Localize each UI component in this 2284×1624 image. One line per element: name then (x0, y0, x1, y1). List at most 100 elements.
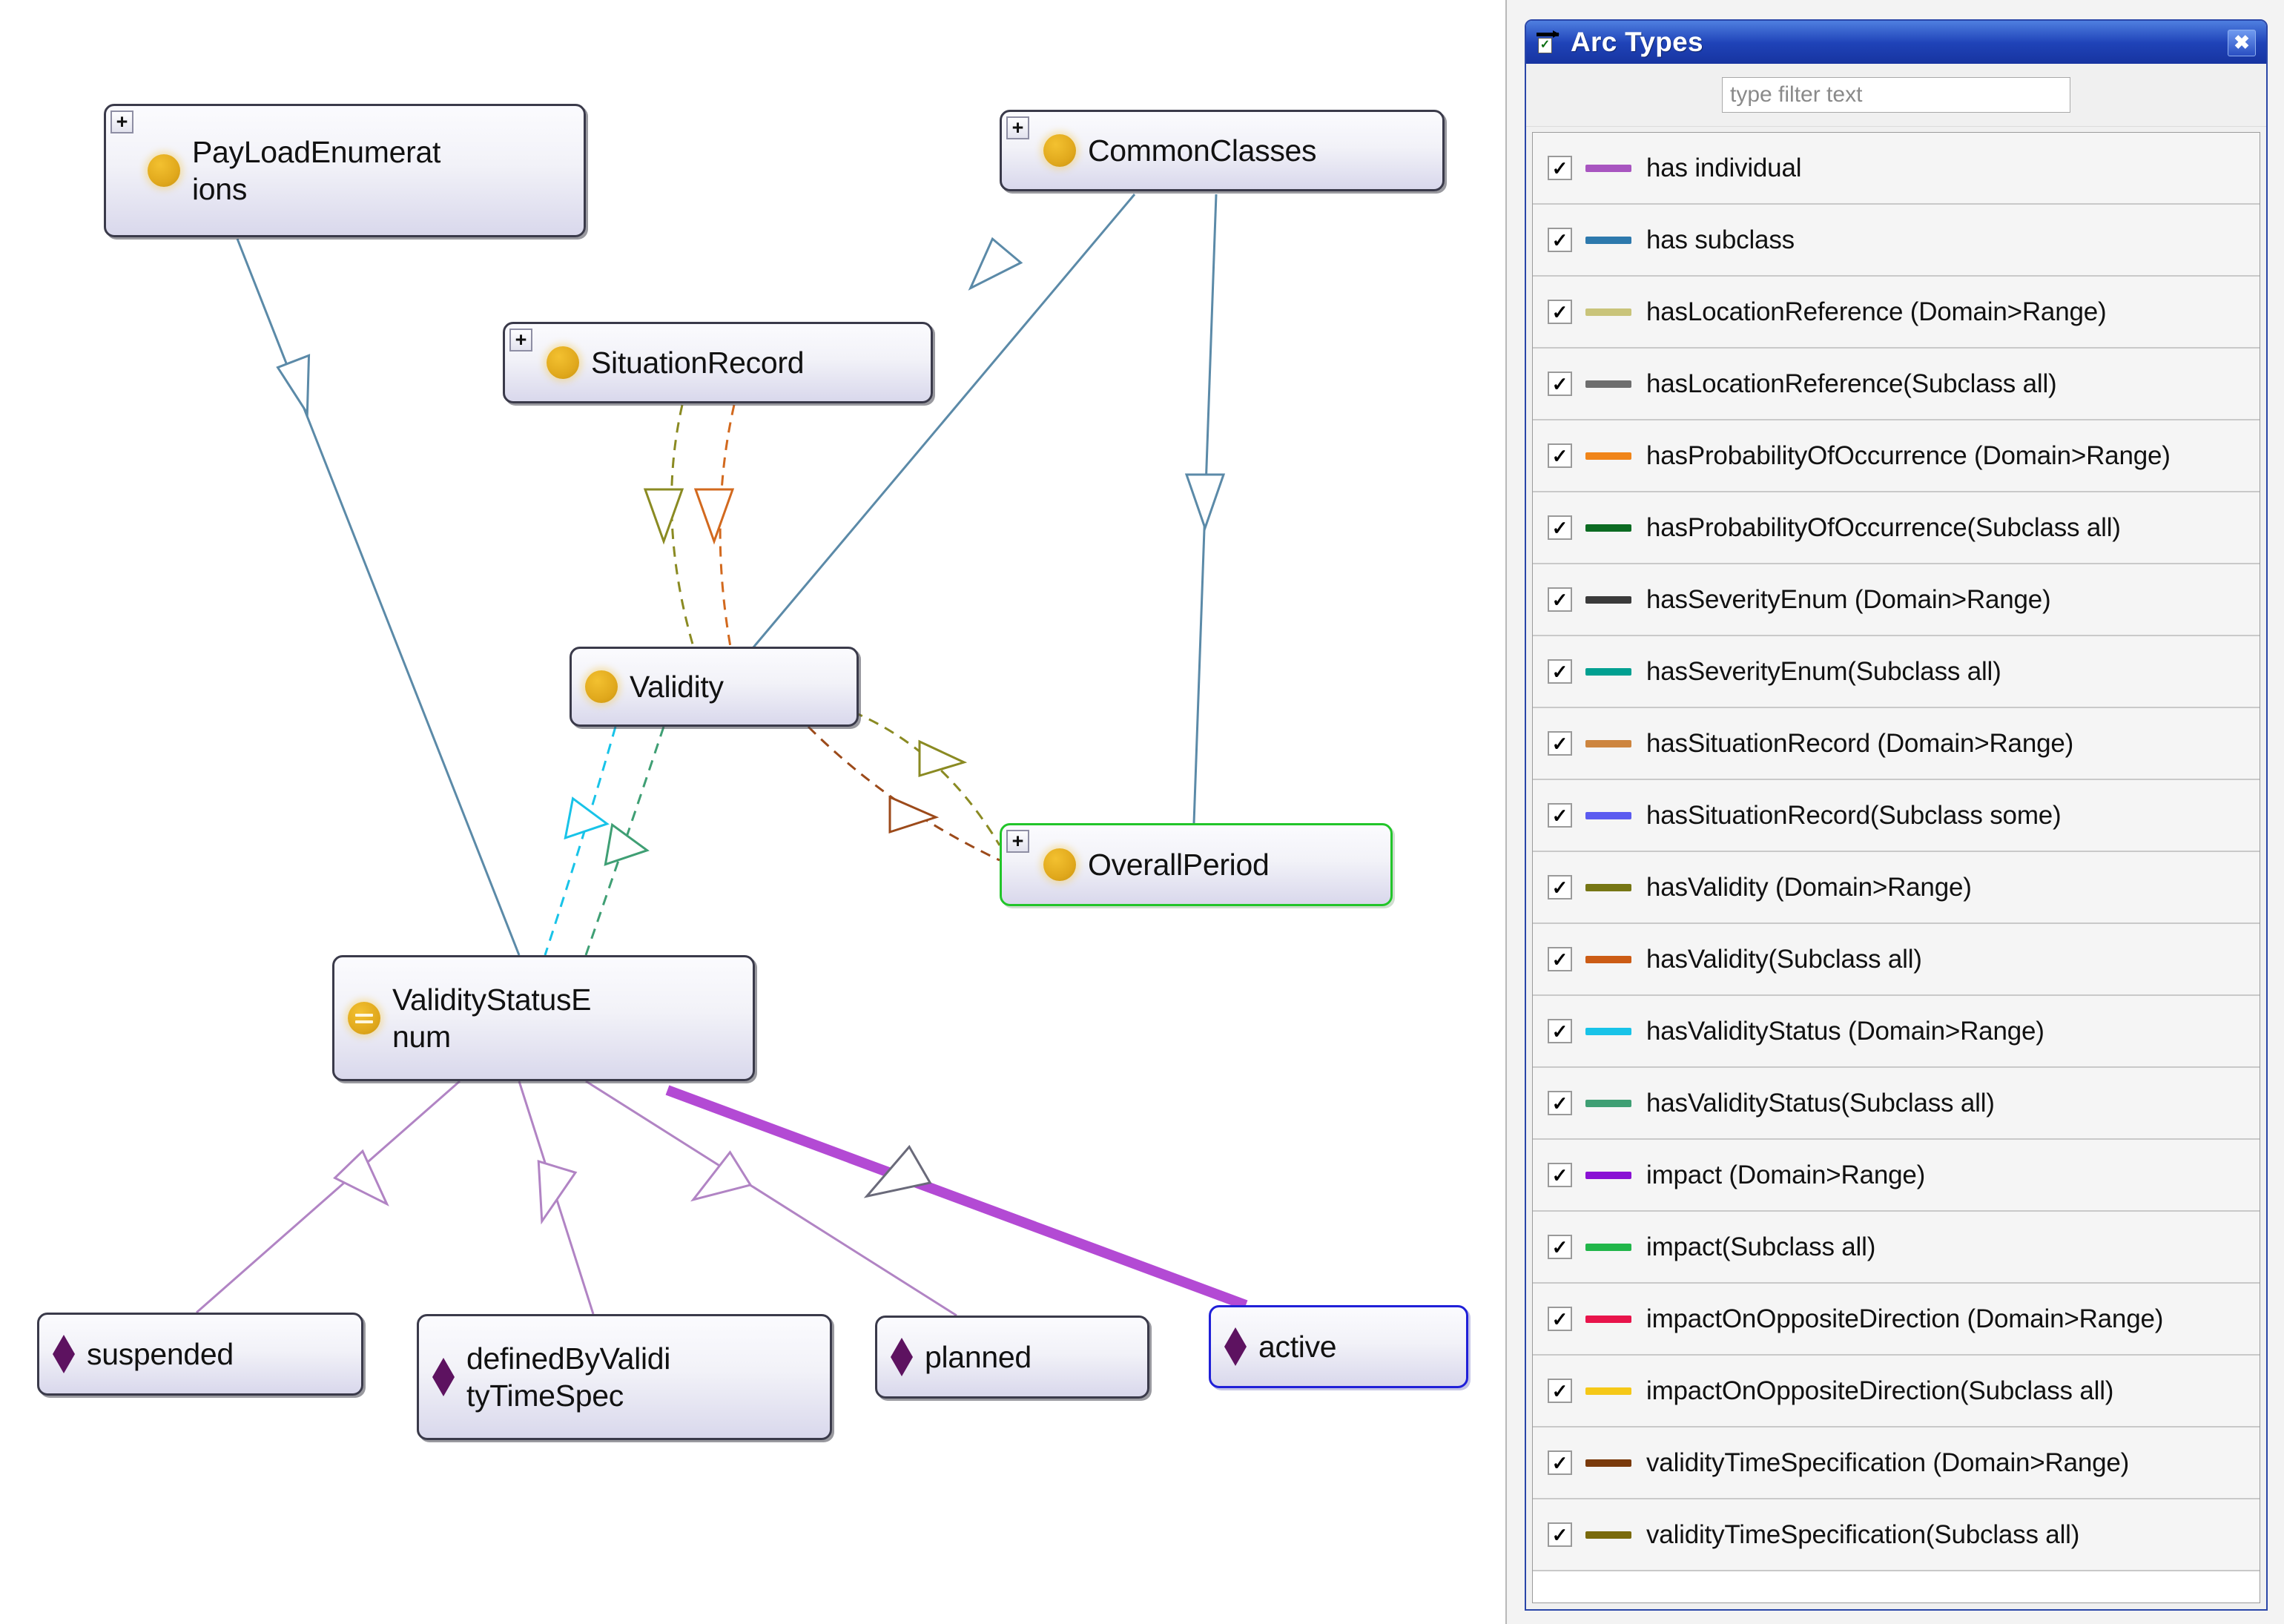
graph-node-label: CommonClasses (1088, 133, 1317, 168)
arc-type-label: hasSeverityEnum (Domain>Range) (1646, 584, 2051, 614)
arc-type-row[interactable]: ✓ hasLocationReference(Subclass all) (1533, 349, 2260, 420)
arc-types-panel: ✓ Arc Types ✖ type filter text ✓ has indi… (1505, 0, 2284, 1624)
filter-row: type filter text (1526, 64, 2266, 127)
arc-type-checkbox[interactable]: ✓ (1548, 587, 1572, 612)
arc-type-row[interactable]: ✓ impactOnOppositeDirection(Subclass all) (1533, 1356, 2260, 1427)
arc-type-label: impact(Subclass all) (1646, 1232, 1876, 1261)
arc-color-swatch-icon (1585, 236, 1631, 244)
arc-type-row[interactable]: ✓ validityTimeSpecification (Domain>Range… (1533, 1427, 2260, 1499)
arc-types-titlebar: ✓ Arc Types ✖ (1526, 21, 2266, 64)
arc-type-row[interactable]: ✓ hasValidity (Domain>Range) (1533, 852, 2260, 924)
arc-color-swatch-icon (1585, 308, 1631, 316)
arc-type-row[interactable]: ✓ hasProbabilityOfOccurrence (Domain>Rang… (1533, 420, 2260, 492)
arc-type-label: has individual (1646, 153, 1802, 182)
arc-type-row[interactable]: ✓ has individual (1533, 133, 2260, 205)
graph-node-validity[interactable]: Validity (570, 647, 859, 727)
graph-node-active[interactable]: active (1209, 1305, 1468, 1388)
arc-type-row[interactable]: ✓ impact (Domain>Range) (1533, 1140, 2260, 1212)
arc-type-label: hasLocationReference (Domain>Range) (1646, 297, 2107, 326)
arc-type-checkbox[interactable]: ✓ (1548, 156, 1572, 180)
filter-input[interactable]: type filter text (1722, 77, 2070, 113)
graph-node-label: planned (925, 1340, 1032, 1374)
arc-type-checkbox[interactable]: ✓ (1548, 1307, 1572, 1331)
arc-color-swatch-icon (1585, 1243, 1631, 1251)
arc-type-row[interactable]: ✓ hasSituationRecord (Domain>Range) (1533, 708, 2260, 780)
arc-type-checkbox[interactable]: ✓ (1548, 1379, 1572, 1403)
arc-types-list[interactable]: ✓ has individual ✓ has subclass ✓ hasLocation… (1532, 132, 2260, 1603)
ontology-graph-canvas[interactable]: + PayLoadEnumerat ions + CommonClasses + Situ… (0, 0, 1505, 1624)
arc-type-checkbox[interactable]: ✓ (1548, 803, 1572, 828)
arc-type-label: validityTimeSpecification(Subclass all) (1646, 1519, 2080, 1549)
graph-node-overallperiod[interactable]: + OverallPeriod (1000, 823, 1393, 906)
arc-color-swatch-icon (1585, 1315, 1631, 1323)
arc-color-swatch-icon (1585, 955, 1631, 963)
arc-type-row[interactable]: ✓ hasProbabilityOfOccurrence(Subclass all… (1533, 492, 2260, 564)
arc-types-window: ✓ Arc Types ✖ type filter text ✓ has indi… (1525, 19, 2268, 1611)
arc-color-swatch-icon (1585, 1027, 1631, 1035)
graph-node-label: SituationRecord (591, 346, 805, 380)
arc-type-label: impact (Domain>Range) (1646, 1160, 1926, 1189)
arc-color-swatch-icon (1585, 1099, 1631, 1107)
class-circle-icon (585, 670, 618, 703)
graph-node-situationrecord[interactable]: + SituationRecord (503, 322, 933, 403)
arc-type-row[interactable]: ✓ hasLocationReference (Domain>Range) (1533, 277, 2260, 349)
arc-type-checkbox[interactable]: ✓ (1548, 300, 1572, 324)
close-icon[interactable]: ✖ (2228, 30, 2256, 56)
arc-type-checkbox[interactable]: ✓ (1548, 515, 1572, 540)
arc-type-checkbox[interactable]: ✓ (1548, 947, 1572, 971)
graph-node-commonclasses[interactable]: + CommonClasses (1000, 110, 1445, 191)
expand-plus-icon[interactable]: + (1006, 116, 1029, 139)
individual-diamond-icon (1224, 1327, 1247, 1366)
arc-type-checkbox[interactable]: ✓ (1548, 1091, 1572, 1115)
graph-node-payload[interactable]: + PayLoadEnumerat ions (104, 104, 586, 237)
arc-type-checkbox[interactable]: ✓ (1548, 228, 1572, 252)
arc-type-checkbox[interactable]: ✓ (1548, 1163, 1572, 1187)
arc-type-checkbox[interactable]: ✓ (1548, 1019, 1572, 1043)
view-menu-icon[interactable]: ✓ (1537, 30, 1562, 53)
graph-node-planned[interactable]: planned (875, 1316, 1149, 1399)
arc-type-checkbox[interactable]: ✓ (1548, 1522, 1572, 1547)
class-circle-icon (1043, 848, 1076, 881)
graph-node-validitystatusenum[interactable]: ValidityStatusE num (332, 955, 755, 1081)
graph-node-label: ValidityStatusE num (392, 983, 592, 1054)
arc-type-label: hasValidity(Subclass all) (1646, 944, 1922, 974)
arc-color-swatch-icon (1585, 380, 1631, 388)
arc-type-row[interactable]: ✓ hasSeverityEnum(Subclass all) (1533, 636, 2260, 708)
expand-plus-icon[interactable]: + (509, 329, 532, 351)
graph-node-label: active (1258, 1330, 1337, 1364)
arc-type-row[interactable]: ✓ hasSeverityEnum (Domain>Range) (1533, 564, 2260, 636)
arc-type-checkbox[interactable]: ✓ (1548, 875, 1572, 900)
arc-type-checkbox[interactable]: ✓ (1548, 372, 1572, 396)
graph-node-label: Validity (630, 670, 724, 704)
arc-type-label: hasSituationRecord(Subclass some) (1646, 800, 2062, 830)
arc-type-row[interactable]: ✓ hasValidityStatus(Subclass all) (1533, 1068, 2260, 1140)
expand-plus-icon[interactable]: + (110, 110, 133, 133)
arc-type-row[interactable]: ✓ impact(Subclass all) (1533, 1212, 2260, 1284)
arc-color-swatch-icon (1585, 595, 1631, 604)
arc-type-label: hasLocationReference(Subclass all) (1646, 369, 2057, 398)
arc-type-checkbox[interactable]: ✓ (1548, 1450, 1572, 1475)
graph-node-definedbyvaliditytimespec[interactable]: definedByValidi tyTimeSpec (417, 1314, 832, 1440)
arc-type-label: impactOnOppositeDirection(Subclass all) (1646, 1376, 2114, 1405)
arc-type-checkbox[interactable]: ✓ (1548, 443, 1572, 468)
arc-type-label: hasSeverityEnum(Subclass all) (1646, 656, 2001, 686)
expand-plus-icon[interactable]: + (1006, 830, 1029, 853)
arc-type-row[interactable]: ✓ hasValidity(Subclass all) (1533, 924, 2260, 996)
graph-node-suspended[interactable]: suspended (37, 1313, 363, 1396)
individual-diamond-icon (53, 1335, 75, 1373)
arc-type-row[interactable]: ✓ hasSituationRecord(Subclass some) (1533, 780, 2260, 852)
graph-node-label: PayLoadEnumerat ions (192, 135, 441, 206)
arc-type-checkbox[interactable]: ✓ (1548, 1235, 1572, 1259)
individual-diamond-icon (432, 1358, 455, 1396)
arc-type-label: hasValidityStatus(Subclass all) (1646, 1088, 1995, 1118)
arc-type-row[interactable]: ✓ validityTimeSpecification(Subclass all) (1533, 1499, 2260, 1571)
arc-color-swatch-icon (1585, 739, 1631, 747)
arc-type-row[interactable]: ✓ has subclass (1533, 205, 2260, 277)
arc-type-checkbox[interactable]: ✓ (1548, 659, 1572, 684)
arc-type-label: hasProbabilityOfOccurrence (Domain>Range… (1646, 440, 2171, 470)
arc-color-swatch-icon (1585, 1171, 1631, 1179)
arc-type-row[interactable]: ✓ hasValidityStatus (Domain>Range) (1533, 996, 2260, 1068)
arc-color-swatch-icon (1585, 1459, 1631, 1467)
arc-type-row[interactable]: ✓ impactOnOppositeDirection (Domain>Range… (1533, 1284, 2260, 1356)
arc-type-checkbox[interactable]: ✓ (1548, 731, 1572, 756)
